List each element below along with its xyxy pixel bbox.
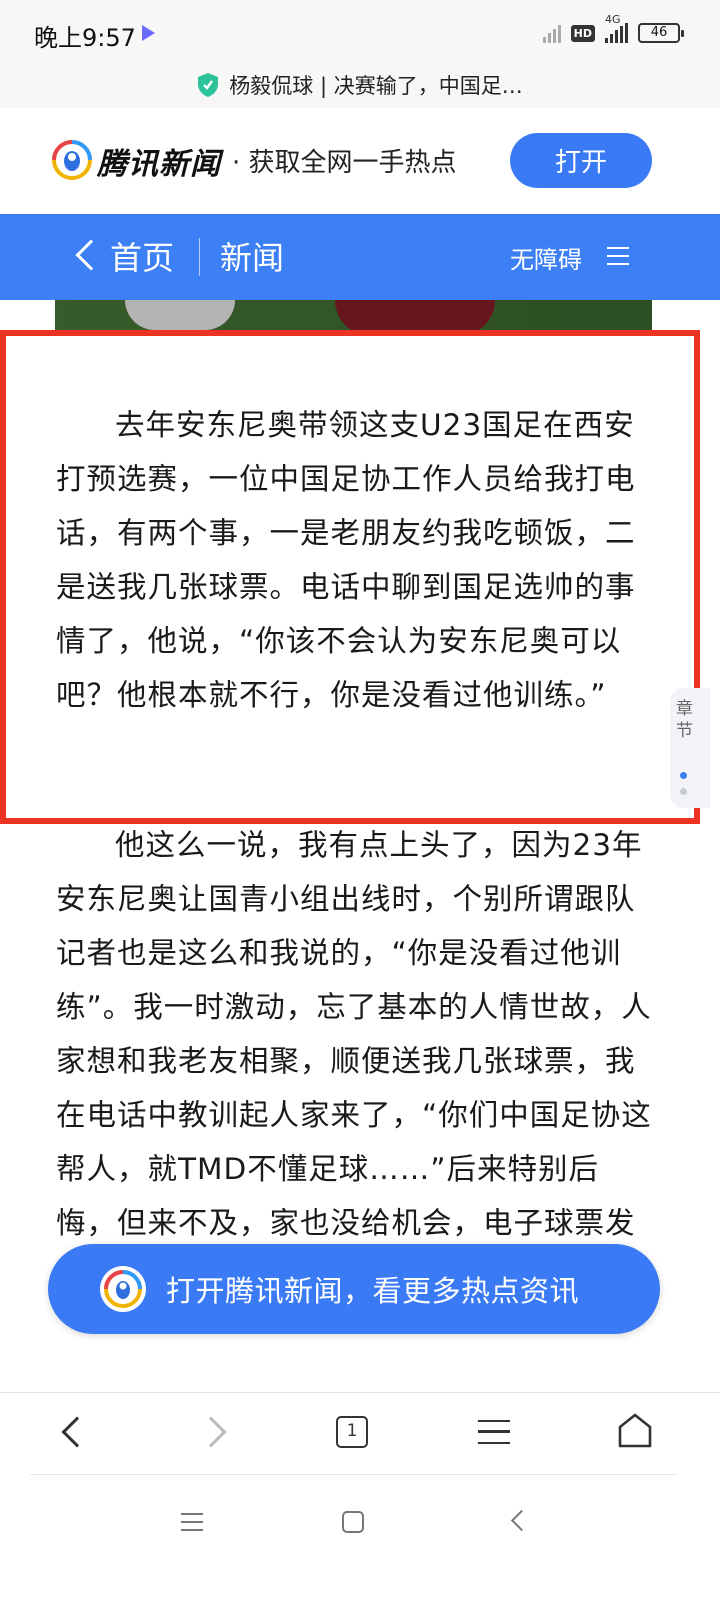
- browser-back-icon[interactable]: [61, 1416, 93, 1448]
- tencent-news-logo-icon: [100, 1266, 146, 1312]
- tencent-news-logo-icon: [52, 140, 92, 180]
- open-app-cta-button[interactable]: 打开腾讯新闻，看更多热点资讯: [48, 1244, 660, 1334]
- nav-section-news[interactable]: 新闻: [220, 233, 284, 279]
- wifi-signal-icon: [542, 23, 561, 43]
- cellular-signal: 4G: [605, 13, 628, 43]
- browser-toolbar: 1: [0, 1392, 720, 1474]
- article-paragraph-1: 去年安东尼奥带领这支U23国足在西安打预选赛，一位中国足协工作人员给我打电话，有…: [56, 408, 636, 712]
- side-dot-icon: [680, 788, 687, 795]
- open-app-button[interactable]: 打开: [510, 133, 652, 188]
- side-tab-label: 章节: [676, 699, 693, 741]
- brand-name: 腾讯新闻: [97, 147, 221, 182]
- article-photo: [55, 300, 652, 336]
- status-indicators: HD 4G 46: [542, 13, 684, 46]
- battery-icon: 46: [638, 23, 684, 43]
- cellular-signal-icon: [605, 23, 628, 43]
- browser-menu-icon[interactable]: [478, 1420, 510, 1444]
- back-chevron-icon[interactable]: [75, 239, 107, 271]
- page-title-bar: 杨毅侃球 | 决赛输了，中国足…: [0, 62, 720, 108]
- tab-count-icon[interactable]: 1: [336, 1416, 368, 1448]
- nav-divider: [199, 238, 200, 276]
- page-title: 杨毅侃球 | 决赛输了，中国足…: [229, 74, 523, 98]
- browser-forward-icon[interactable]: [195, 1416, 227, 1448]
- network-type: 4G: [605, 13, 621, 26]
- nav-home-link[interactable]: 首页: [110, 233, 174, 279]
- system-home-icon[interactable]: [342, 1511, 364, 1533]
- top-nav-bar: 首页 新闻 无障碍: [0, 214, 720, 300]
- brand-tagline: · 获取全网一手热点: [232, 148, 457, 178]
- accessibility-button[interactable]: 无障碍: [510, 240, 582, 275]
- system-back-icon[interactable]: [510, 1509, 533, 1532]
- side-dot-icon: [680, 772, 687, 779]
- cta-label: 打开腾讯新闻，看更多热点资讯: [166, 1274, 580, 1308]
- status-bar: 晚上9:57 HD 4G 46: [0, 0, 720, 66]
- side-chapter-tab[interactable]: 章节: [670, 688, 710, 808]
- play-store-icon: [142, 25, 155, 41]
- home-icon[interactable]: [618, 1413, 652, 1449]
- article-paragraph-2: 他这么一说，我有点上头了，因为23年安东尼奥让国青小组出线时，个别所谓跟队记者也…: [56, 828, 652, 1294]
- battery-level: 46: [650, 25, 668, 40]
- recent-apps-icon[interactable]: [181, 1513, 203, 1531]
- system-nav-bar: [0, 1475, 720, 1600]
- hd-badge: HD: [570, 24, 595, 42]
- status-time: 晚上9:57: [34, 24, 136, 52]
- shield-icon: [198, 73, 219, 97]
- menu-icon[interactable]: [607, 247, 629, 265]
